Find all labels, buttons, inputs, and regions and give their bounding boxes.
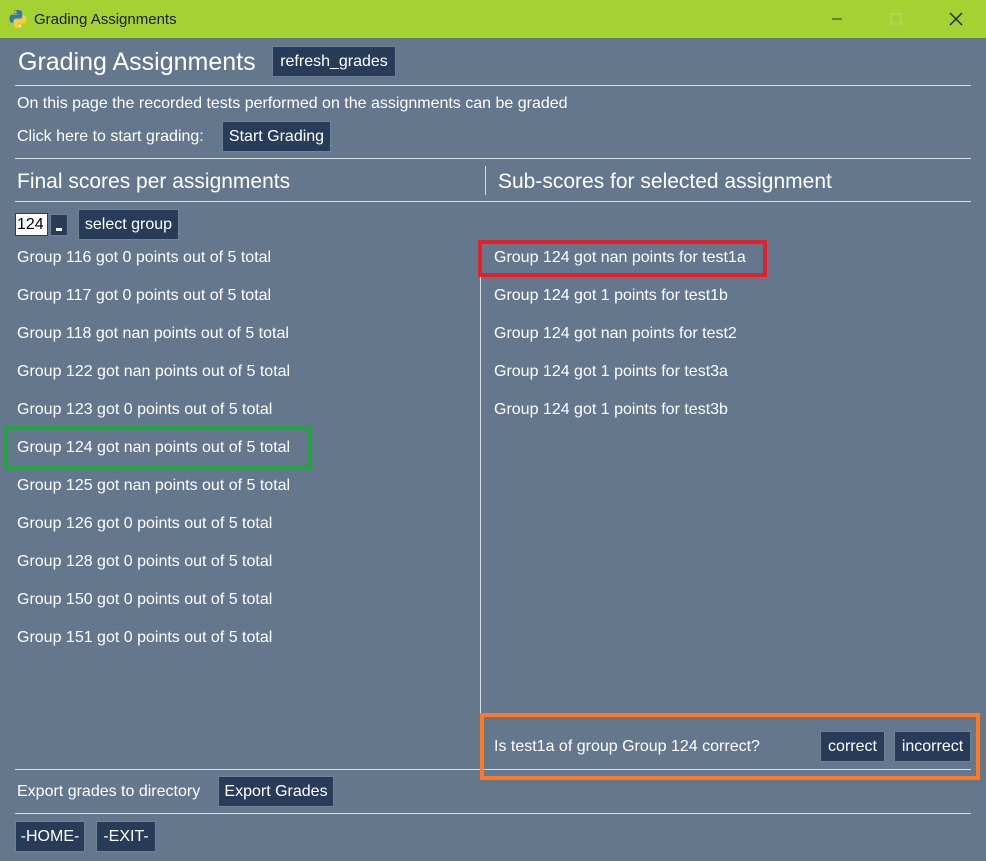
export-prompt: Export grades to directory: [17, 783, 201, 800]
group-combo[interactable]: 124: [15, 213, 70, 236]
list-item[interactable]: Group 128 got 0 points out of 5 total: [17, 553, 272, 571]
list-item[interactable]: Group 125 got nan points out of 5 total: [17, 477, 290, 495]
combo-dropdown-button[interactable]: [50, 214, 68, 236]
list-item[interactable]: Group 124 got nan points for test2: [494, 325, 737, 343]
refresh-grades-button[interactable]: refresh_grades: [272, 46, 396, 77]
select-group-button[interactable]: select group: [78, 209, 179, 240]
exit-button[interactable]: -EXIT-: [96, 821, 156, 852]
group-combo-value[interactable]: 124: [15, 213, 48, 236]
home-button[interactable]: -HOME-: [15, 821, 85, 852]
list-item[interactable]: Group 118 got nan points out of 5 total: [17, 325, 289, 343]
list-item[interactable]: Group 126 got 0 points out of 5 total: [17, 515, 272, 533]
list-item[interactable]: Group 124 got 1 points for test3b: [494, 401, 728, 419]
sub-scores-heading: Sub-scores for selected assignment: [498, 170, 832, 193]
window-title: Grading Assignments: [34, 11, 177, 28]
maximize-icon[interactable]: [886, 9, 906, 29]
list-item[interactable]: Group 123 got 0 points out of 5 total: [17, 401, 272, 419]
chevron-down-icon: [56, 228, 62, 231]
list-item[interactable]: Group 124 got 1 points for test1b: [494, 287, 728, 305]
list-item[interactable]: Group 117 got 0 points out of 5 total: [17, 287, 271, 305]
window-titlebar: Grading Assignments: [0, 0, 986, 38]
page-description: On this page the recorded tests performe…: [17, 95, 568, 112]
highlight-grading-question: [480, 713, 980, 780]
column-separator: [480, 240, 481, 770]
minimize-icon[interactable]: [827, 9, 847, 29]
python-icon: [9, 10, 27, 28]
highlight-selected-group: [4, 426, 312, 469]
start-grading-button[interactable]: Start Grading: [222, 121, 331, 152]
divider: [15, 85, 971, 86]
list-item[interactable]: Group 150 got 0 points out of 5 total: [17, 591, 272, 609]
start-grading-prompt: Click here to start grading:: [17, 128, 204, 145]
list-item[interactable]: Group 124 got 1 points for test3a: [494, 363, 728, 381]
page-title: Grading Assignments: [18, 48, 256, 76]
heading-separator: [485, 166, 486, 195]
divider: [15, 158, 971, 159]
list-item[interactable]: Group 122 got nan points out of 5 total: [17, 363, 290, 381]
divider: [15, 813, 971, 814]
final-scores-heading: Final scores per assignments: [17, 170, 291, 193]
export-grades-button[interactable]: Export Grades: [218, 776, 334, 807]
divider: [15, 201, 971, 202]
highlight-selected-subscore: [478, 240, 767, 277]
list-item[interactable]: Group 116 got 0 points out of 5 total: [17, 249, 271, 267]
close-icon[interactable]: [946, 9, 966, 29]
list-item[interactable]: Group 151 got 0 points out of 5 total: [17, 629, 272, 647]
